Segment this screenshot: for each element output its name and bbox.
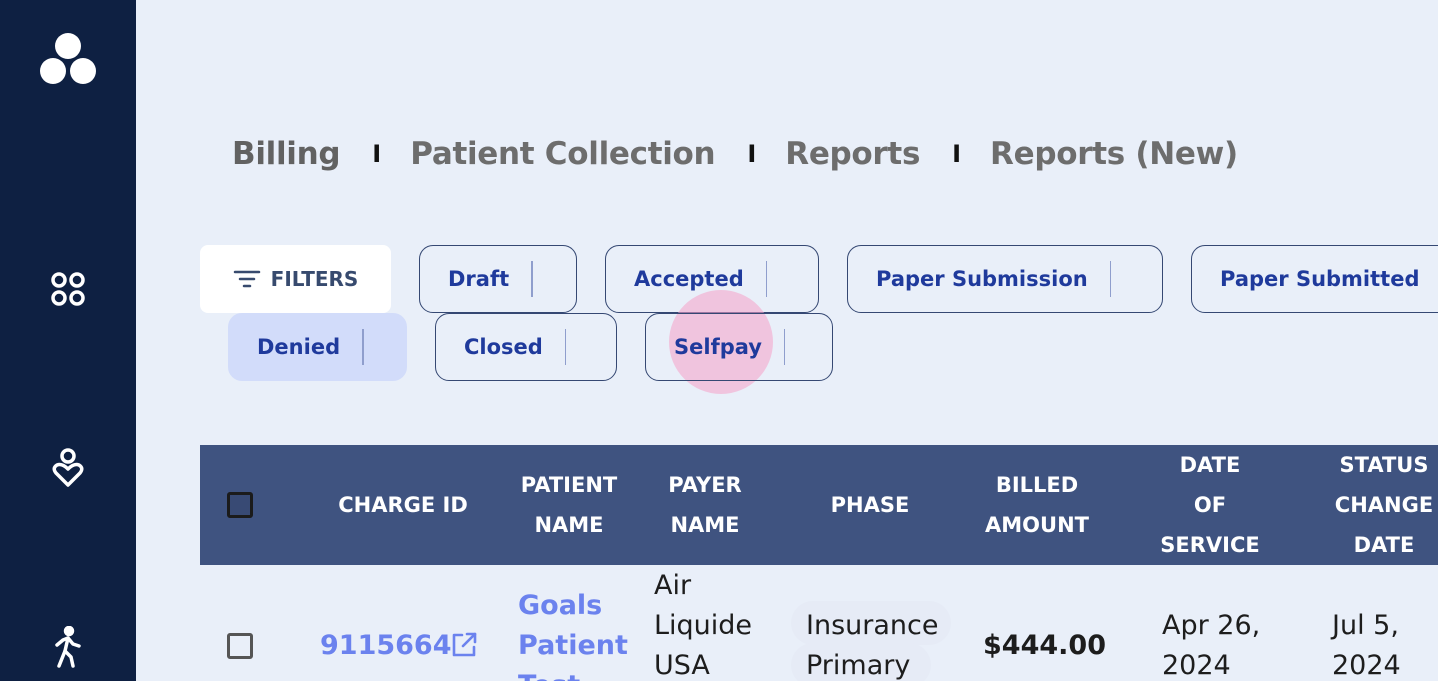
tab-separator: I — [372, 140, 382, 168]
chip-divider — [1109, 261, 1112, 297]
col-payer-name[interactable]: PAYER NAME — [646, 445, 764, 565]
tab-separator: I — [952, 140, 962, 168]
status-change-date: Jul 5, 2024 — [1332, 610, 1401, 681]
col-billed-amount[interactable]: BILLED AMOUNT — [972, 445, 1102, 565]
col-phase[interactable]: PHASE — [796, 445, 944, 565]
phase-text: Insurance Primary — [806, 610, 939, 681]
chip-draft[interactable]: Draft — [419, 245, 577, 313]
chip-label: Denied — [257, 335, 341, 359]
tab-patient-collection[interactable]: Patient Collection — [410, 136, 715, 172]
col-patient-name[interactable]: PATIENT NAME — [509, 445, 629, 565]
charge-id-link[interactable]: 9115664 — [320, 626, 452, 666]
tab-reports-new[interactable]: Reports (New) — [990, 136, 1238, 172]
chip-divider — [783, 329, 786, 365]
chip-label: Paper Submitted — [1220, 267, 1420, 291]
billing-tabs: Billing I Patient Collection I Reports I… — [232, 132, 1238, 176]
chip-divider — [564, 329, 567, 365]
table-row[interactable]: 9115664 Goals Patient Test Air Liquide U… — [200, 565, 1438, 681]
patient-name-link[interactable]: Goals Patient Test — [518, 586, 628, 681]
payer-name: Air Liquide USA — [654, 570, 753, 681]
col-charge-id[interactable]: CHARGE ID — [328, 445, 478, 565]
chip-divider — [765, 261, 768, 297]
filters-button[interactable]: FILTERS — [200, 245, 391, 313]
col-date-of-service[interactable]: DATE OF SERVICE — [1145, 445, 1275, 565]
sidebar — [0, 0, 136, 681]
billed-amount: $444.00 — [983, 630, 1106, 661]
chip-paper-submission[interactable]: Paper Submission — [847, 245, 1163, 313]
chip-denied[interactable]: Denied — [228, 313, 407, 381]
tab-separator: I — [747, 140, 757, 168]
col-status-change-date[interactable]: STATUS CHANGE DATE — [1321, 445, 1438, 565]
dashboard-icon[interactable] — [0, 270, 136, 308]
chip-divider — [362, 329, 364, 365]
care-icon[interactable] — [0, 447, 136, 489]
filters-label: FILTERS — [270, 267, 359, 291]
chip-selfpay[interactable]: Selfpay — [645, 313, 833, 381]
chip-paper-submitted[interactable]: Paper Submitted — [1191, 245, 1438, 313]
external-link-icon[interactable] — [449, 630, 479, 660]
chip-label: Paper Submission — [876, 267, 1088, 291]
table-header: CHARGE ID PATIENT NAME PAYER NAME PHASE … — [200, 445, 1438, 565]
chip-closed[interactable]: Closed — [435, 313, 617, 381]
select-all-checkbox[interactable] — [227, 492, 253, 518]
chip-label: Draft — [448, 267, 510, 291]
chip-label: Closed — [464, 335, 543, 359]
date-of-service: Apr 26, 2024 — [1162, 610, 1261, 681]
logo-icon[interactable] — [0, 30, 136, 88]
chip-divider — [531, 261, 533, 297]
row-checkbox[interactable] — [227, 633, 253, 659]
activity-icon[interactable] — [0, 626, 136, 668]
tab-reports[interactable]: Reports — [785, 136, 920, 172]
chip-label: Accepted — [634, 267, 744, 291]
chip-label: Selfpay — [674, 335, 762, 359]
tab-billing[interactable]: Billing — [232, 136, 341, 172]
filter-icon — [233, 270, 260, 288]
